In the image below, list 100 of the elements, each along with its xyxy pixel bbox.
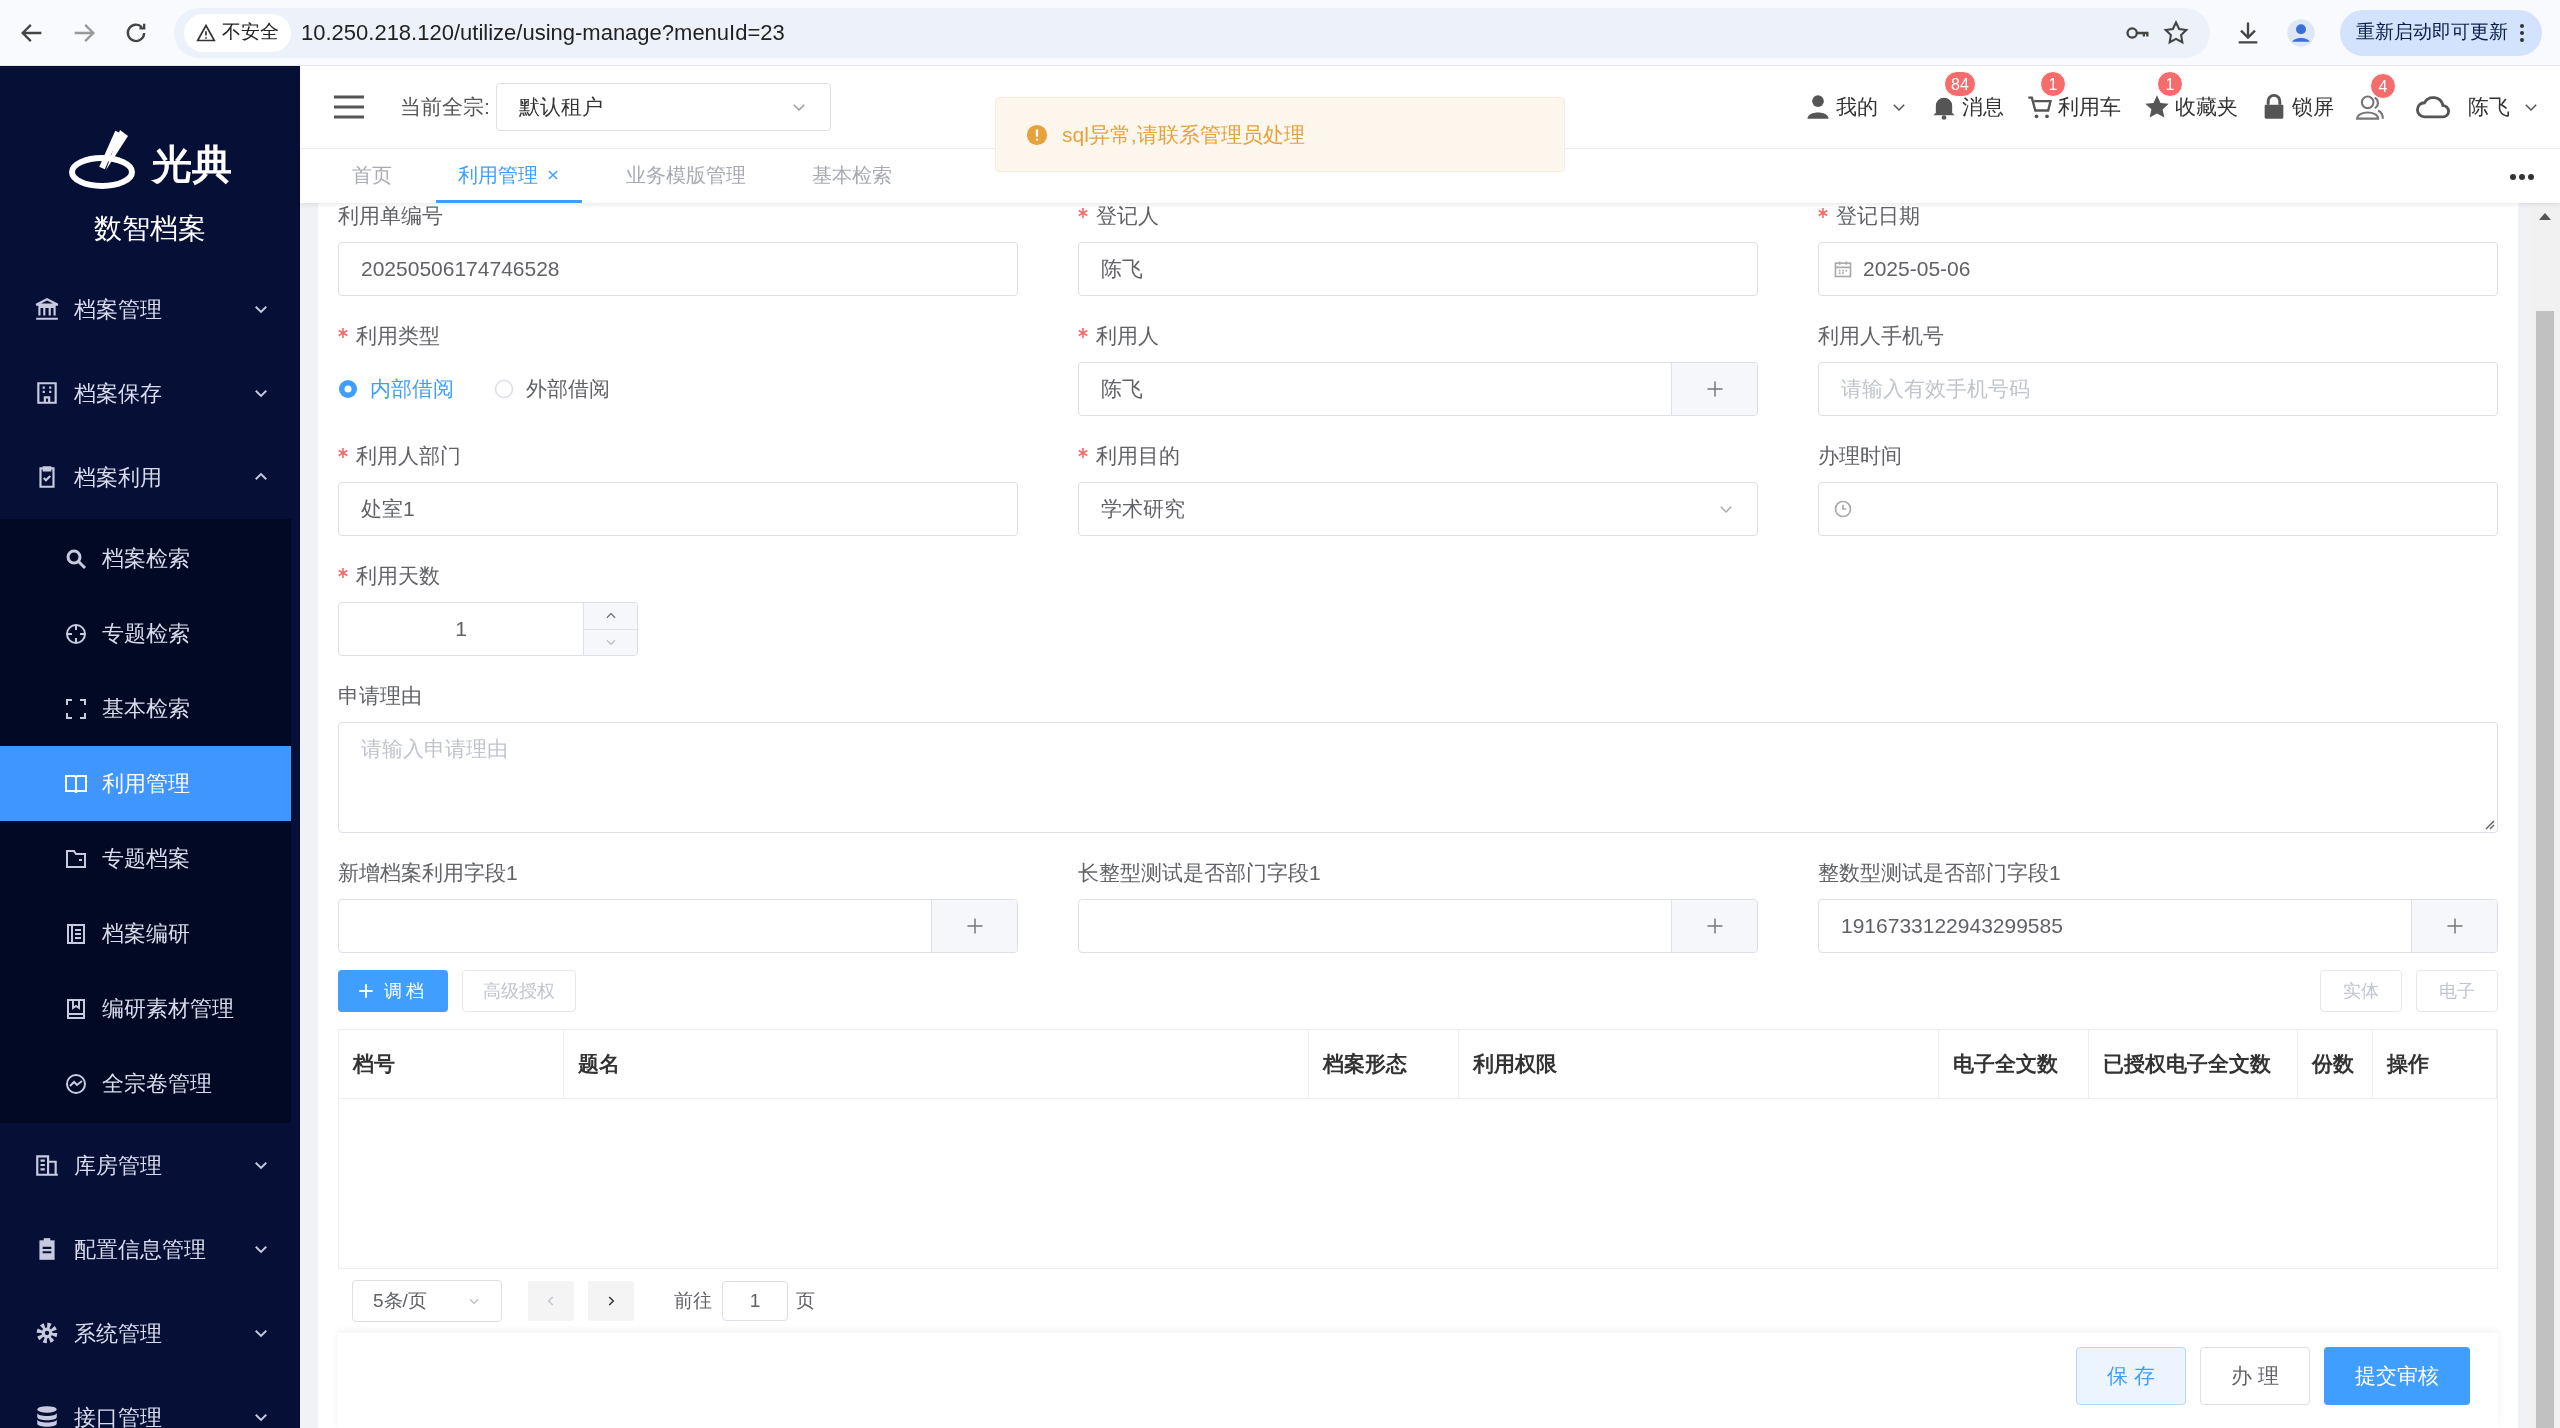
field-label: 利用单编号 (338, 203, 443, 230)
sidebar-item[interactable]: 系统管理 (0, 1291, 300, 1375)
app-name: 数智档案 (93, 212, 207, 246)
toast-message: sql异常,请联系管理员处理 (1062, 121, 1305, 148)
add-button[interactable] (1671, 900, 1757, 952)
sidebar-item[interactable]: 接口管理 (0, 1375, 300, 1428)
star-icon[interactable] (2162, 18, 2190, 47)
sidebar-item[interactable]: 档案管理 (0, 267, 300, 351)
settings-icon (34, 1320, 60, 1346)
field-label: 整数型测试是否部门字段1 (1818, 860, 2061, 887)
input-field[interactable]: 2025-05-06 (1818, 242, 2498, 296)
input-field[interactable] (1078, 899, 1758, 953)
badge-count: 1 (2157, 71, 2183, 98)
column-header[interactable]: 已授权电子全文数 (2089, 1030, 2298, 1098)
badge-count: 1 (2040, 71, 2066, 98)
bookmark-book-icon (64, 996, 88, 1021)
header-action[interactable]: 陈飞 (2416, 90, 2540, 124)
field-label: 利用天数 (356, 563, 440, 590)
profile-icon[interactable] (2286, 17, 2316, 48)
url-text: 10.250.218.120/utilize/using-manage?menuId=23 (301, 19, 786, 47)
calendar-icon (1833, 259, 1853, 279)
radio-checked-icon (338, 379, 358, 399)
input-field[interactable] (338, 899, 1018, 953)
chart-circle-icon (64, 1071, 88, 1096)
sidebar-item[interactable]: 档案保存 (0, 351, 300, 435)
sidebar-subitem[interactable]: 全宗卷管理 (0, 1046, 291, 1121)
header-action[interactable]: 我的 (1804, 91, 1908, 123)
sidebar-subitem[interactable]: 专题检索 (0, 596, 291, 671)
field-label: 登记日期 (1836, 203, 1920, 230)
number-input[interactable]: 1 (338, 602, 638, 656)
sidebar-item[interactable]: 档案利用 (0, 435, 300, 519)
sidebar-subitem[interactable]: 档案编研 (0, 896, 291, 971)
sidebar-subitem[interactable]: 基本检索 (0, 671, 291, 746)
fonds-select[interactable]: 默认租户 (495, 83, 831, 131)
security-label: 不安全 (222, 20, 279, 45)
update-button[interactable]: 重新启动即可更新 (2340, 9, 2542, 56)
field-label: 利用人 (1096, 323, 1159, 350)
column-header[interactable]: 份数 (2298, 1030, 2373, 1098)
logo-text: 光典 (152, 144, 232, 188)
field-label: 办理时间 (1818, 443, 1902, 470)
input-field[interactable]: 陈飞 (1078, 242, 1758, 296)
radio-icon (494, 379, 514, 399)
address-bar[interactable]: 不安全 10.250.218.120/utilize/using-manage?menuId=23 (174, 7, 2210, 58)
building-icon (34, 1152, 60, 1178)
database-icon (34, 1404, 60, 1428)
field-label: 新增档案利用字段1 (338, 860, 518, 887)
add-button[interactable] (931, 900, 1017, 952)
menu-icon[interactable] (334, 94, 364, 120)
column-header[interactable]: 操作 (2373, 1030, 2497, 1098)
resize-handle-icon (2483, 818, 2495, 830)
contacts-icon (2356, 93, 2384, 121)
scrollbar-thumb[interactable] (2536, 311, 2554, 1428)
fonds-label: 当前全宗: (400, 94, 490, 121)
page-unit: 页 (796, 1288, 815, 1313)
close-icon[interactable] (546, 167, 560, 182)
input-field[interactable] (1818, 482, 2498, 536)
input-field[interactable]: 处室1 (338, 482, 1018, 536)
field-label: 长整型测试是否部门字段1 (1078, 860, 1321, 887)
scrollbar[interactable] (2530, 203, 2560, 1428)
more-icon[interactable] (2510, 173, 2534, 181)
column-header[interactable]: 题名 (564, 1030, 1309, 1098)
footer-button[interactable]: 办 理 (2200, 1347, 2310, 1405)
column-header[interactable]: 电子全文数 (1939, 1030, 2089, 1098)
radio-option[interactable]: 外部借阅 (494, 373, 610, 405)
sidebar-subitem[interactable]: 档案检索 (0, 521, 291, 596)
input-field[interactable]: 学术研究 (1078, 482, 1758, 536)
goto-label: 前往 (674, 1288, 712, 1313)
scan-frame-icon (64, 696, 88, 721)
input-field[interactable]: 20250506174746528 (338, 242, 1018, 296)
scroll-up-icon (2538, 211, 2552, 221)
page-size-select[interactable]: 5条/页 (352, 1280, 502, 1322)
bank-icon (34, 296, 60, 322)
building-icon (34, 380, 60, 406)
document-icon (64, 921, 88, 946)
next-page-button[interactable] (588, 1281, 634, 1321)
column-header[interactable]: 利用权限 (1459, 1030, 1939, 1098)
warning-icon (1026, 123, 1048, 146)
header-action[interactable]: 锁屏 (2260, 91, 2334, 123)
input-field[interactable]: 1916733122943299585 (1818, 899, 2498, 953)
field-label: 利用人手机号 (1818, 323, 1944, 350)
sidebar-subitem[interactable]: 编研素材管理 (0, 971, 291, 1046)
field-label: 利用人部门 (356, 443, 461, 470)
sidebar-item[interactable]: 配置信息管理 (0, 1207, 300, 1291)
prev-page-button[interactable] (528, 1281, 574, 1321)
warning-icon (196, 22, 216, 43)
badge-count: 4 (2370, 73, 2396, 99)
add-button[interactable] (1671, 363, 1757, 415)
page-input[interactable]: 1 (722, 1281, 788, 1321)
input-field[interactable]: 陈飞 (1078, 362, 1758, 416)
clock-icon (1833, 499, 1853, 519)
column-header[interactable]: 档号 (339, 1030, 564, 1098)
header-action[interactable] (2356, 93, 2384, 121)
security-chip[interactable]: 不安全 (184, 13, 291, 52)
sidebar-subitem[interactable]: 专题档案 (0, 821, 291, 896)
field-label: 利用类型 (356, 323, 440, 350)
field-label: 利用目的 (1096, 443, 1180, 470)
column-header[interactable]: 档案形态 (1309, 1030, 1459, 1098)
sidebar-item[interactable]: 库房管理 (0, 1123, 300, 1207)
add-button[interactable] (2411, 900, 2497, 952)
field-label: 登记人 (1096, 203, 1159, 230)
